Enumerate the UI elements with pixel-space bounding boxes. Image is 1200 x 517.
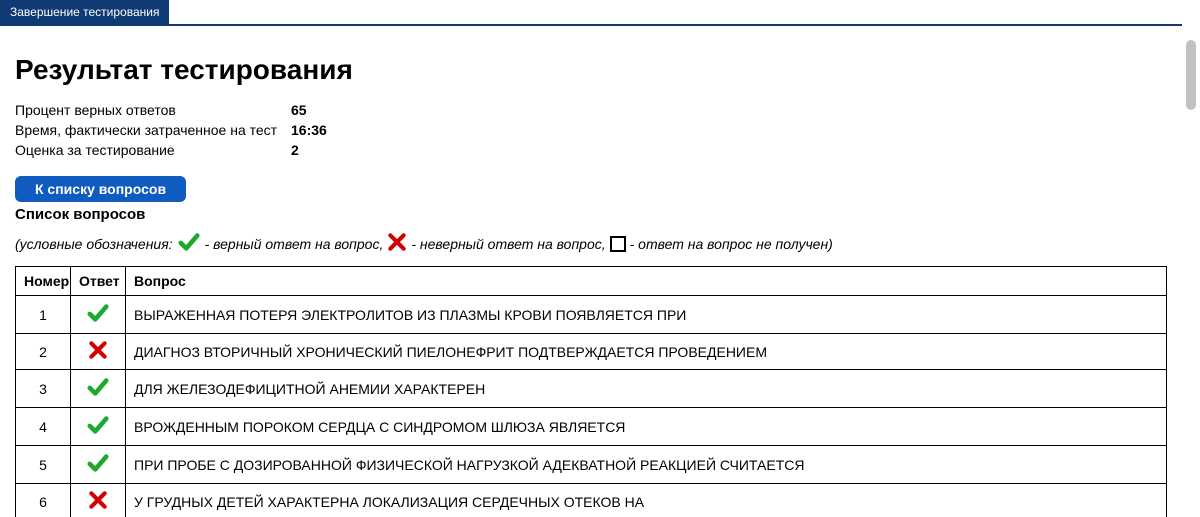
row-answer-status <box>71 334 126 370</box>
cross-icon <box>88 340 108 363</box>
stats-value: 2 <box>285 140 327 160</box>
page-title: Результат тестирования <box>15 54 1167 86</box>
table-row: 3 ДЛЯ ЖЕЛЕЗОДЕФИЦИТНОЙ АНЕМИИ ХАРАКТЕРЕН <box>16 370 1167 408</box>
legend-wrong-text: - неверный ответ на вопрос, <box>411 236 605 252</box>
check-icon <box>86 302 110 327</box>
stats-row: Процент верных ответов65 <box>15 100 327 120</box>
stats-table: Процент верных ответов65Время, фактическ… <box>15 100 327 160</box>
tab-bar: Завершение тестирования <box>0 0 1182 26</box>
questions-table: Номер Ответ Вопрос 1 ВЫРАЖЕННАЯ ПОТЕРЯ ЭЛ… <box>15 266 1167 517</box>
table-row: 1 ВЫРАЖЕННАЯ ПОТЕРЯ ЭЛЕКТРОЛИТОВ ИЗ ПЛАЗМ… <box>16 296 1167 334</box>
stats-value: 16:36 <box>285 120 327 140</box>
check-icon <box>177 231 201 256</box>
to-question-list-button[interactable]: К списку вопросов <box>15 176 186 202</box>
row-question: ВЫРАЖЕННАЯ ПОТЕРЯ ЭЛЕКТРОЛИТОВ ИЗ ПЛАЗМЫ… <box>126 296 1167 334</box>
row-number: 2 <box>16 334 71 370</box>
check-icon <box>86 414 110 439</box>
row-answer-status <box>71 408 126 446</box>
legend-prefix: (условные обозначения: <box>15 236 173 252</box>
row-answer-status <box>71 296 126 334</box>
row-number: 3 <box>16 370 71 408</box>
row-question: У ГРУДНЫХ ДЕТЕЙ ХАРАКТЕРНА ЛОКАЛИЗАЦИЯ С… <box>126 484 1167 517</box>
row-question: ДИАГНОЗ ВТОРИЧНЫЙ ХРОНИЧЕСКИЙ ПИЕЛОНЕФРИ… <box>126 334 1167 370</box>
row-question: ВРОЖДЕННЫМ ПОРОКОМ СЕРДЦА С СИНДРОМОМ ШЛ… <box>126 408 1167 446</box>
row-question: ДЛЯ ЖЕЛЕЗОДЕФИЦИТНОЙ АНЕМИИ ХАРАКТЕРЕН <box>126 370 1167 408</box>
check-icon <box>86 376 110 401</box>
stats-row: Время, фактически затраченное на тест16:… <box>15 120 327 140</box>
table-row: 2 ДИАГНОЗ ВТОРИЧНЫЙ ХРОНИЧЕСКИЙ ПИЕЛОНЕФР… <box>16 334 1167 370</box>
table-row: 5 ПРИ ПРОБЕ С ДОЗИРОВАННОЙ ФИЗИЧЕСКОЙ НАГ… <box>16 446 1167 484</box>
stats-label: Оценка за тестирование <box>15 140 285 160</box>
scrollbar-thumb[interactable] <box>1186 40 1196 110</box>
row-number: 1 <box>16 296 71 334</box>
stats-label: Время, фактически затраченное на тест <box>15 120 285 140</box>
header-number: Номер <box>16 267 71 296</box>
legend: (условные обозначения: - верный ответ на… <box>15 231 1167 256</box>
stats-value: 65 <box>285 100 327 120</box>
check-icon <box>86 452 110 477</box>
tab-finish-testing[interactable]: Завершение тестирования <box>0 0 169 24</box>
cross-icon <box>88 490 108 513</box>
legend-empty-text: - ответ на вопрос не получен) <box>630 236 833 252</box>
row-number: 4 <box>16 408 71 446</box>
empty-box-icon <box>610 236 626 252</box>
row-question: ПРИ ПРОБЕ С ДОЗИРОВАННОЙ ФИЗИЧЕСКОЙ НАГР… <box>126 446 1167 484</box>
row-answer-status <box>71 370 126 408</box>
questions-section-title: Список вопросов <box>15 206 1167 223</box>
cross-icon <box>387 232 407 255</box>
row-answer-status <box>71 484 126 517</box>
header-answer: Ответ <box>71 267 126 296</box>
row-number: 5 <box>16 446 71 484</box>
stats-row: Оценка за тестирование2 <box>15 140 327 160</box>
row-number: 6 <box>16 484 71 517</box>
table-row: 4 ВРОЖДЕННЫМ ПОРОКОМ СЕРДЦА С СИНДРОМОМ Ш… <box>16 408 1167 446</box>
row-answer-status <box>71 446 126 484</box>
stats-label: Процент верных ответов <box>15 100 285 120</box>
header-question: Вопрос <box>126 267 1167 296</box>
legend-correct-text: - верный ответ на вопрос, <box>205 236 384 252</box>
table-row: 6 У ГРУДНЫХ ДЕТЕЙ ХАРАКТЕРНА ЛОКАЛИЗАЦИЯ … <box>16 484 1167 517</box>
